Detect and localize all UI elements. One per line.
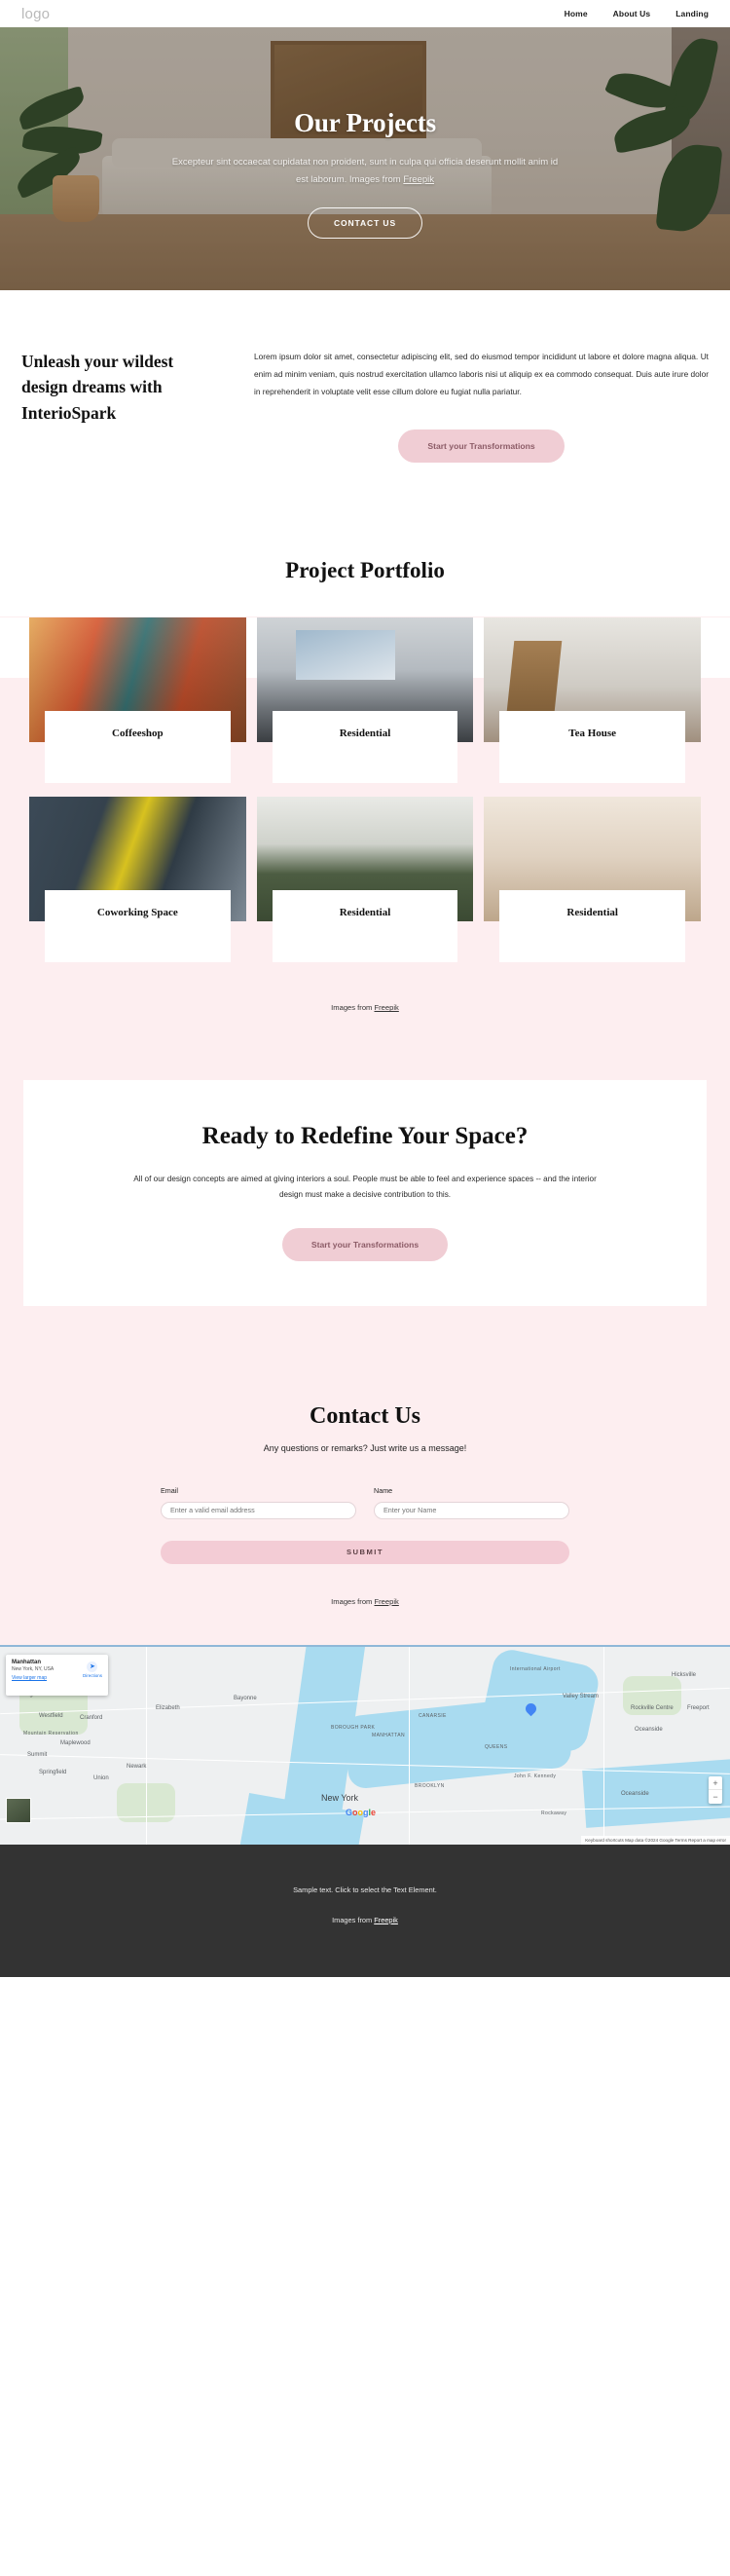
hero-paragraph-text: Excepteur sint occaecat cupidatat non pr… — [171, 156, 559, 185]
name-input[interactable] — [374, 1501, 569, 1519]
portfolio-section: Project Portfolio Coffeeshop Residential — [0, 533, 730, 1042]
zoom-out-button[interactable]: − — [709, 1790, 722, 1804]
contact-freepik-link[interactable]: Freepik — [374, 1597, 398, 1606]
map-place-label: Mountain Reservation — [23, 1730, 79, 1736]
portfolio-grid-row-2: Coworking Space Residential Residential — [0, 797, 730, 963]
portfolio-card-label: Coffeeshop — [45, 711, 231, 784]
contact-form: Email Name — [161, 1486, 569, 1519]
map-section[interactable]: New York Westfield Cranford Elizabeth Bayon… — [0, 1644, 730, 1845]
start-transformations-button-cta[interactable]: Start your Transformations — [281, 1228, 449, 1262]
site-logo[interactable]: logo — [21, 6, 50, 22]
nav-item-home[interactable]: Home — [565, 9, 588, 19]
cta-card: Ready to Redefine Your Space? All of our… — [23, 1080, 707, 1307]
map-place-label: Freeport — [687, 1704, 710, 1711]
map-street-view-thumbnail[interactable] — [6, 1797, 31, 1823]
map-place-label: Elizabeth — [156, 1704, 180, 1711]
map-place-label: QUEENS — [485, 1743, 508, 1750]
contact-credit: Images from Freepik — [23, 1597, 707, 1606]
directions-icon: ➤ — [87, 1661, 98, 1672]
email-label: Email — [161, 1486, 178, 1496]
cta-section: Ready to Redefine Your Space? All of our… — [0, 1041, 730, 1352]
portfolio-title: Project Portfolio — [285, 558, 445, 583]
portfolio-card[interactable]: Residential — [256, 617, 474, 784]
footer-credit-prefix: Images from — [332, 1915, 375, 1924]
map-place-label: Springfield — [39, 1769, 67, 1775]
map-place-label: Summit — [27, 1751, 48, 1758]
contact-subtitle: Any questions or remarks? Just write us … — [263, 1443, 467, 1454]
portfolio-credit-prefix: Images from — [331, 1003, 375, 1013]
nav-item-landing[interactable]: Landing — [675, 9, 709, 19]
portfolio-card[interactable]: Coworking Space — [29, 797, 246, 963]
intro-right-column: Lorem ipsum dolor sit amet, consectetur … — [254, 349, 709, 464]
footer-sample-text[interactable]: Sample text. Click to select the Text El… — [0, 1885, 730, 1894]
intro-title: Unleash your wildest design dreams with … — [21, 352, 174, 423]
portfolio-card-label: Residential — [499, 890, 685, 963]
hero-section: Our Projects Excepteur sint occaecat cup… — [0, 27, 730, 290]
contact-title: Contact Us — [310, 1403, 420, 1430]
map-city-label: New York — [321, 1792, 359, 1803]
cta-body-text: All of our design concepts are aimed at … — [133, 1175, 597, 1200]
portfolio-card[interactable]: Coffeeshop — [29, 617, 246, 784]
contact-credit-prefix: Images from — [331, 1596, 375, 1606]
map-place-label: Oceanside — [635, 1726, 663, 1733]
portfolio-card-label: Residential — [272, 711, 458, 784]
map-place-label: Valley Stream — [563, 1693, 599, 1699]
intro-left-column: Unleash your wildest design dreams with … — [21, 349, 221, 463]
portfolio-freepik-link[interactable]: Freepik — [374, 1003, 398, 1012]
footer-credit: Images from Freepik — [0, 1916, 730, 1924]
portfolio-credit: Images from Freepik — [0, 970, 730, 1042]
map-place-label: Westfield — [39, 1712, 63, 1719]
map-directions-button[interactable]: ➤ Directions — [83, 1661, 102, 1678]
map-place-label: BOROUGH PARK — [331, 1724, 376, 1731]
start-transformations-button-intro[interactable]: Start your Transformations — [398, 429, 565, 464]
hero-title: Our Projects — [294, 107, 436, 137]
map-place-label: Bayonne — [234, 1695, 257, 1701]
portfolio-card[interactable]: Residential — [256, 797, 474, 963]
map-place-label: Rockville Centre — [631, 1704, 674, 1711]
page-root: logo Home About Us Landing Our Projects … — [0, 0, 730, 1977]
map-place-label: International Airport — [510, 1665, 561, 1672]
email-field-group: Email — [161, 1486, 356, 1519]
portfolio-card-label: Tea House — [499, 711, 685, 784]
map-place-label: BROOKLYN — [415, 1782, 445, 1789]
map-place-label: John F. Kennedy — [514, 1773, 557, 1779]
map-place-label: CANARSIE — [419, 1712, 447, 1719]
map-place-label: Hicksville — [672, 1671, 697, 1678]
portfolio-card-label: Coworking Space — [45, 890, 231, 963]
name-field-group: Name — [374, 1486, 569, 1519]
name-label: Name — [374, 1486, 393, 1496]
map-zoom-controls[interactable]: + − — [709, 1775, 722, 1804]
portfolio-grid-row-1: Coffeeshop Residential Tea House — [0, 617, 730, 784]
intro-section: Unleash your wildest design dreams with … — [0, 290, 730, 534]
map-attribution: Keyboard shortcuts Map data ©2024 Google… — [581, 1835, 730, 1845]
main-navigation: Home About Us Landing — [565, 9, 709, 19]
intro-body-text: Lorem ipsum dolor sit amet, consectetur … — [254, 352, 709, 396]
cta-title: Ready to Redefine Your Space? — [201, 1123, 529, 1150]
portfolio-card[interactable]: Residential — [484, 797, 701, 963]
site-footer: Sample text. Click to select the Text El… — [0, 1844, 730, 1977]
footer-freepik-link[interactable]: Freepik — [374, 1916, 398, 1924]
map-place-label: MANHATTAN — [372, 1732, 405, 1738]
map-place-label: Rockaway — [541, 1810, 567, 1816]
contact-us-button[interactable]: CONTACT US — [307, 207, 423, 240]
map-place-label: Union — [93, 1774, 109, 1781]
map-place-label: Oceanside — [621, 1790, 649, 1797]
contact-section: Contact Us Any questions or remarks? Jus… — [0, 1351, 730, 1645]
map-directions-label: Directions — [82, 1672, 102, 1678]
portfolio-card[interactable]: Tea House — [484, 617, 701, 784]
map-place-label: Cranford — [80, 1714, 103, 1721]
map-place-label: Newark — [127, 1763, 147, 1770]
nav-item-about-us[interactable]: About Us — [613, 9, 651, 19]
google-logo: Google — [346, 1807, 377, 1817]
hero-paragraph: Excepteur sint occaecat cupidatat non pr… — [170, 154, 560, 188]
submit-button[interactable]: SUBMIT — [161, 1540, 569, 1564]
hero-freepik-link[interactable]: Freepik — [403, 174, 434, 185]
map-info-card[interactable]: Manhattan New York, NY, USA View larger … — [6, 1654, 108, 1696]
zoom-in-button[interactable]: + — [709, 1776, 722, 1790]
site-header: logo Home About Us Landing — [0, 0, 730, 27]
map-place-label: Maplewood — [60, 1739, 91, 1746]
email-input[interactable] — [161, 1501, 356, 1519]
portfolio-card-label: Residential — [272, 890, 458, 963]
